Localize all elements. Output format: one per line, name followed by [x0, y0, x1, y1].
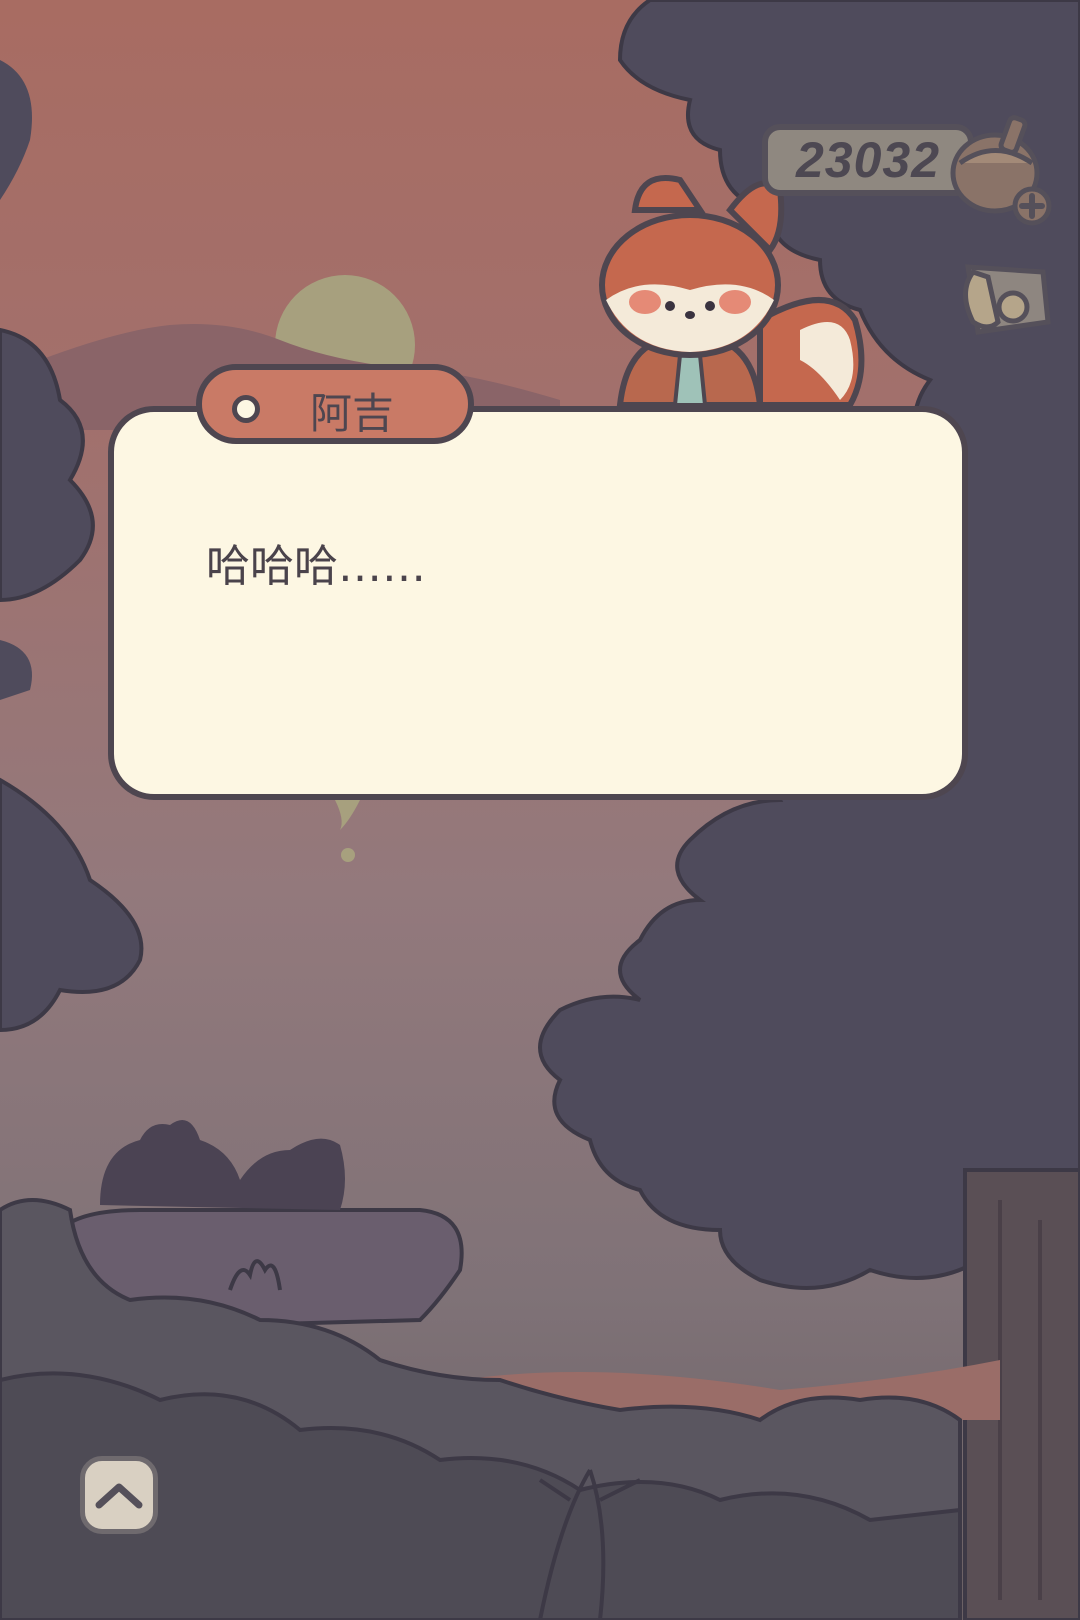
name-tag-dot — [232, 395, 260, 423]
forest-sunset-background — [0, 0, 1080, 1620]
speaker-name-tag: 阿吉 — [196, 364, 474, 444]
speaker-name: 阿吉 — [310, 389, 395, 438]
chevron-up-icon — [95, 1483, 143, 1509]
currency-value: 23032 — [795, 132, 941, 188]
dialog-message: 哈哈哈…… — [206, 541, 426, 592]
scroll-icon[interactable] — [948, 252, 1058, 352]
currency-counter: 23032 — [762, 124, 974, 196]
expand-up-button[interactable] — [80, 1456, 158, 1534]
acorn-icon[interactable] — [950, 108, 1060, 228]
dialog-box[interactable]: 哈哈哈…… — [108, 406, 968, 800]
